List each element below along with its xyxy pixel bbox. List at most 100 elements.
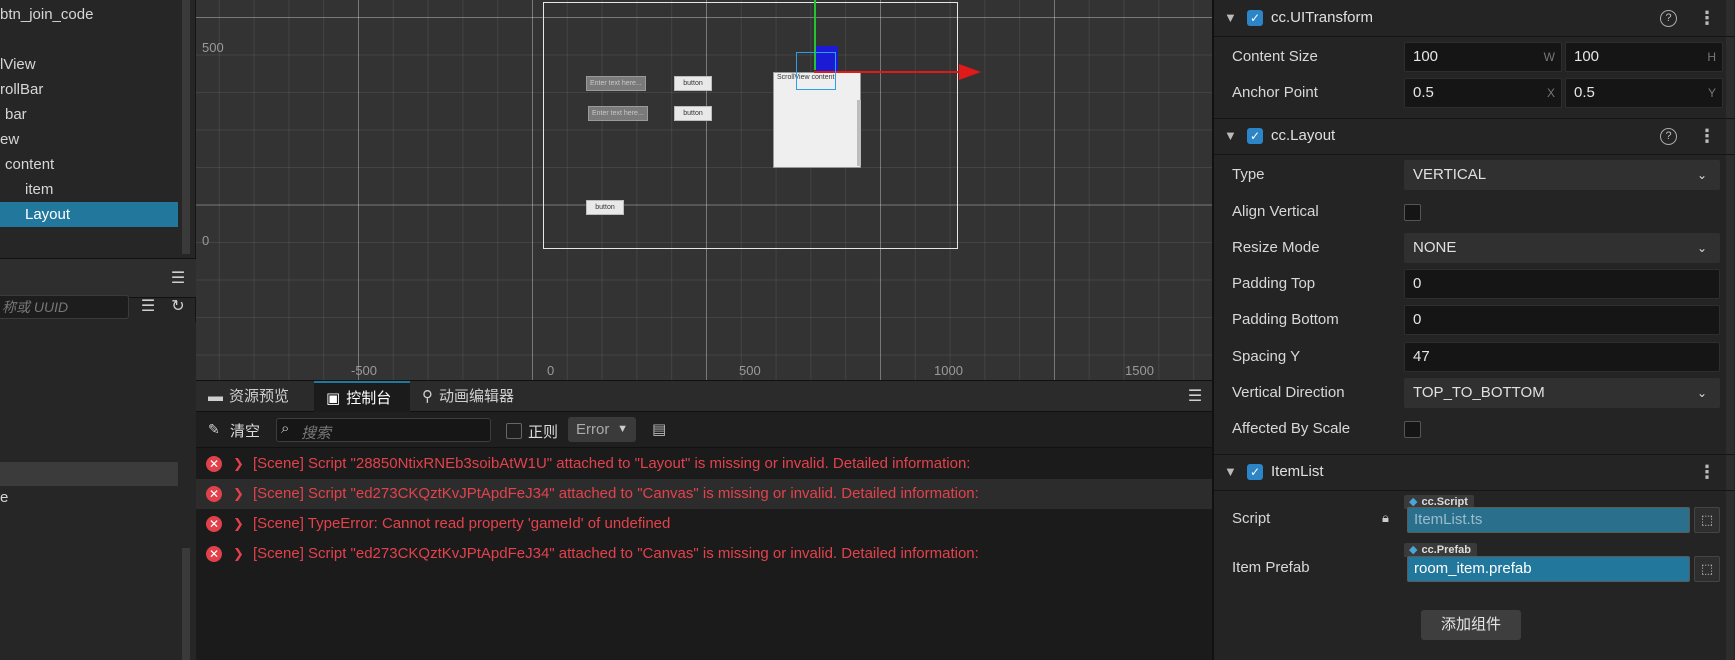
anchor-x-field[interactable]: 0.5 X [1404,78,1562,108]
scene-button-1[interactable]: button [674,76,712,91]
chevron-down-icon: ⌄ [1696,168,1707,182]
tree-node-label: content [5,156,55,173]
axis-label-x-0: 0 [547,363,555,378]
gizmo-x-axis[interactable] [814,71,972,73]
error-icon: ✕ [206,516,222,532]
asset-picker-icon[interactable]: ⬚ [1694,556,1720,582]
layout-type-select[interactable]: VERTICAL ⌄ [1404,160,1720,190]
log-level-select[interactable]: Error ▼ [568,417,636,442]
more-vertical-icon[interactable]: ⋮ [1698,1,1716,35]
tree-node-scrollview[interactable]: lView [0,52,36,77]
axis-label-x-1000: 1000 [934,363,963,378]
padding-bottom-field[interactable]: 0 [1404,305,1720,335]
tree-node-btn-join-code[interactable]: btn_join_code [0,2,93,27]
console-tab-bar: ▬ 资源预览 ▣ 控制台 ⚲ 动画编辑器 ☰ [196,380,1212,412]
asset-row-label[interactable]: e [0,489,8,506]
content-size-width-field[interactable]: 100 W [1404,42,1562,72]
field-value: 100 [1574,48,1600,65]
item-prefab-asset-field[interactable]: room_item.prefab [1407,556,1690,582]
tag-label: cc.Prefab [1421,544,1471,556]
refresh-icon[interactable]: ↻ [168,297,188,317]
spacing-y-field[interactable]: 47 [1404,342,1720,372]
expand-caret-icon[interactable]: ❯ [233,539,244,569]
hierarchy-scrollbar[interactable] [182,0,190,254]
anchor-y-field[interactable]: 0.5 Y [1565,78,1723,108]
component-enabled-checkbox[interactable]: ✓ [1247,464,1263,480]
expand-caret-icon[interactable]: ❯ [233,509,244,539]
inspector-scrollbar[interactable] [1726,0,1734,660]
tab-asset-preview[interactable]: ▬ 资源预览 [196,381,314,412]
scene-editbox-1[interactable]: Enter text here... [586,76,646,91]
regex-checkbox[interactable] [506,423,522,439]
prop-label-vertical-direction: Vertical Direction [1232,384,1345,401]
prop-label-type: Type [1232,166,1265,183]
broom-icon[interactable]: ✎ [208,421,220,438]
chevron-down-icon: ▼ [617,423,628,435]
prop-label-padding-bottom: Padding Bottom [1232,311,1339,328]
help-icon[interactable]: ? [1660,128,1677,145]
assets-scrollbar[interactable] [182,548,190,660]
tree-node-scrollbar[interactable]: rollBar [0,77,43,102]
hamburger-icon[interactable]: ☰ [1185,387,1205,407]
resize-mode-select[interactable]: NONE ⌄ [1404,233,1720,263]
component-title: cc.UITransform [1271,9,1373,26]
padding-top-field[interactable]: 0 [1404,269,1720,299]
align-vertical-checkbox[interactable] [1404,204,1421,221]
tree-node-label: lView [0,56,36,73]
component-header-itemlist[interactable]: ▼ ✓ ItemList ⋮ [1214,455,1735,489]
tree-node-content[interactable]: content [5,152,54,177]
prop-label-affected-by-scale: Affected By Scale [1232,420,1351,437]
component-enabled-checkbox[interactable]: ✓ [1247,128,1263,144]
tree-node-view[interactable]: ew [0,127,19,152]
vertical-direction-select[interactable]: TOP_TO_BOTTOM ⌄ [1404,378,1720,408]
log-entry[interactable]: ✕ ❯ [Scene] Script "ed273CKQztKvJPtApdFe… [196,479,1212,509]
script-asset-field[interactable]: ItemList.ts [1407,507,1690,533]
inspector-panel: ▼ ✓ cc.UITransform ? ⋮ Content Size 100 … [1212,0,1735,660]
folder-icon: ▬ [208,388,223,405]
chevron-down-icon[interactable]: ▼ [1224,119,1237,153]
field-value: 0 [1413,275,1422,292]
scene-editbox-2[interactable]: Enter text here... [588,106,648,121]
component-header-uitransform[interactable]: ▼ ✓ cc.UITransform ? ⋮ [1214,1,1735,35]
chevron-down-icon[interactable]: ▼ [1224,455,1237,489]
tree-node-label: rollBar [0,81,44,98]
more-vertical-icon[interactable]: ⋮ [1698,455,1716,489]
tree-node-bar[interactable]: bar [5,102,27,127]
clear-button[interactable]: 清空 [230,420,260,441]
log-text: [Scene] TypeError: Cannot read property … [253,515,671,532]
field-value: 0.5 [1574,84,1595,101]
scene-button-3[interactable]: button [586,200,624,215]
component-header-layout[interactable]: ▼ ✓ cc.Layout ? ⋮ [1214,119,1735,153]
asset-picker-icon[interactable]: ⬚ [1694,507,1720,533]
log-entry[interactable]: ✕ ❯ [Scene] Script "28850NtixRNEb3soibAt… [196,449,1212,479]
log-entry[interactable]: ✕ ❯ [Scene] Script "ed273CKQztKvJPtApdFe… [196,539,1212,569]
scene-view[interactable]: 500 0 -500 0 500 1000 1500 Enter text he… [196,0,1212,380]
scene-button-2[interactable]: button [674,106,712,121]
expand-caret-icon[interactable]: ❯ [233,449,244,479]
lock-icon: 🔒︎ [1382,510,1389,525]
error-icon: ✕ [206,456,222,472]
list-view-icon[interactable]: ☰ [138,297,158,317]
tab-animation-editor[interactable]: ⚲ 动画编辑器 [410,381,534,412]
component-enabled-checkbox[interactable]: ✓ [1247,10,1263,26]
asset-row-selected[interactable] [0,462,178,486]
search-icon: ⌕ [281,420,290,437]
log-entry[interactable]: ✕ ❯ [Scene] TypeError: Cannot read prope… [196,509,1212,539]
affected-by-scale-checkbox[interactable] [1404,421,1421,438]
open-log-file-icon[interactable]: ▤ [652,420,666,438]
tab-console[interactable]: ▣ 控制台 [314,381,410,412]
gizmo-x-arrow-icon[interactable] [959,64,981,80]
expand-caret-icon[interactable]: ❯ [233,479,244,509]
tree-node-item[interactable]: item [25,177,53,202]
more-vertical-icon[interactable]: ⋮ [1698,119,1716,153]
help-icon[interactable]: ? [1660,10,1677,27]
field-suffix: X [1546,86,1555,100]
chevron-down-icon[interactable]: ▼ [1224,1,1237,35]
console-search-input[interactable]: ⌕ 搜索 [276,418,491,442]
asset-search-input[interactable]: 称或 UUID [0,295,129,319]
content-size-height-field[interactable]: 100 H [1565,42,1723,72]
hamburger-icon[interactable]: ☰ [168,269,188,289]
tree-node-layout[interactable]: Layout [0,202,178,227]
add-component-button[interactable]: 添加组件 [1421,610,1521,640]
select-value: VERTICAL [1413,166,1487,183]
